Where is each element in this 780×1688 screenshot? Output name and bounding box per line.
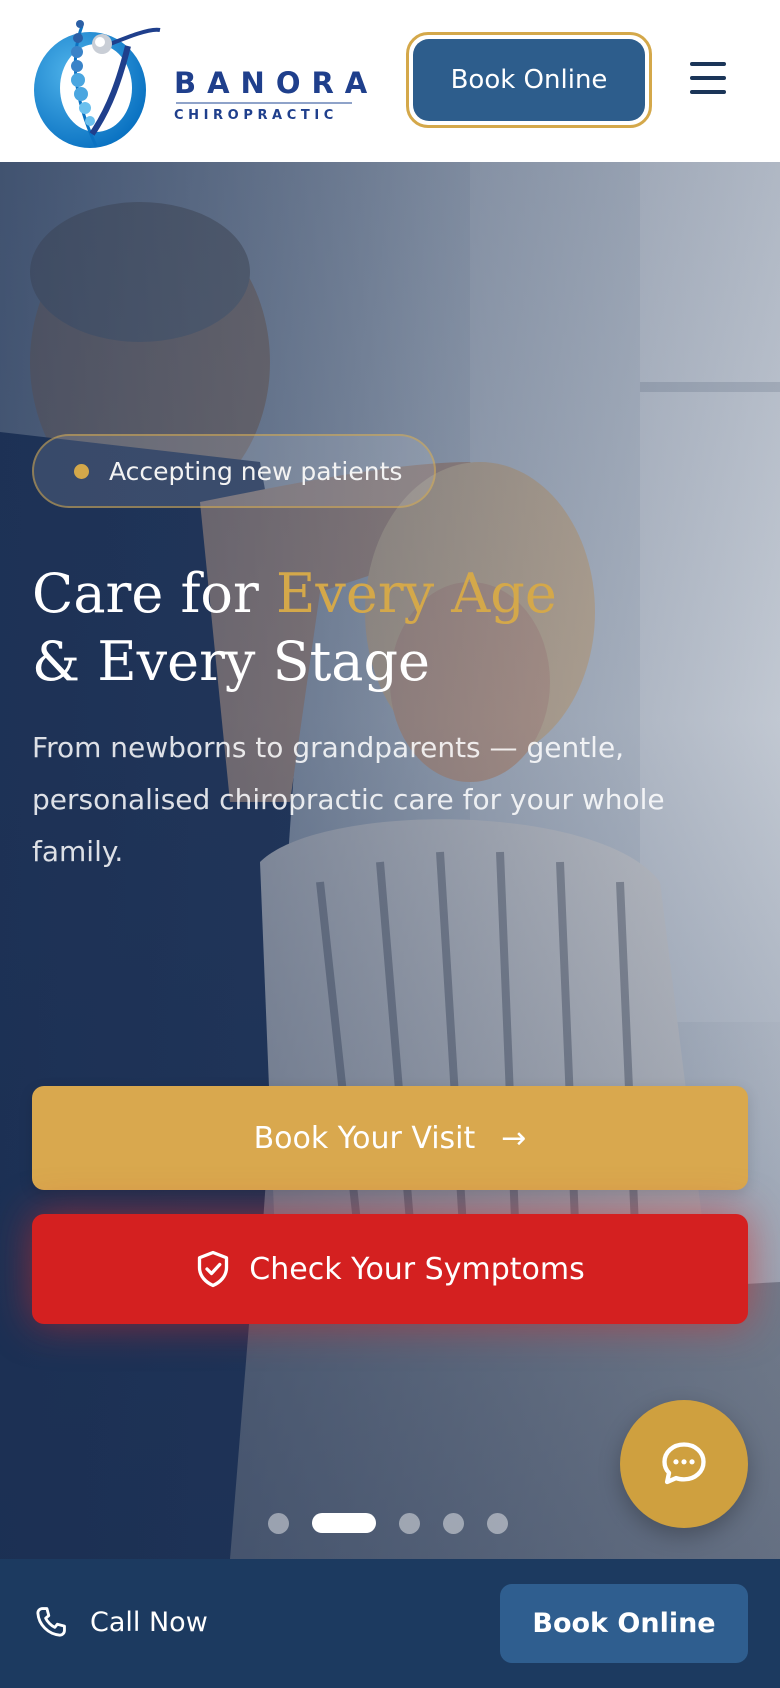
logo-subtitle: CHIROPRACTIC — [174, 108, 338, 123]
badge-text: Accepting new patients — [109, 456, 403, 486]
menu-line — [690, 62, 726, 66]
chat-button[interactable] — [620, 1400, 748, 1528]
carousel-dot-4[interactable] — [443, 1512, 464, 1534]
logo-divider — [176, 102, 352, 104]
book-your-visit-button[interactable]: Book Your Visit → — [32, 1086, 748, 1190]
hamburger-menu-icon[interactable] — [686, 58, 730, 98]
arrow-right-icon: → — [501, 1120, 527, 1156]
bottom-action-bar: Call Now Book Online — [0, 1559, 780, 1688]
carousel-indicators — [268, 1512, 531, 1534]
status-dot — [74, 463, 89, 479]
phone-icon — [36, 1607, 66, 1637]
logo-wordmark: BANORA CHIROPRACTIC — [174, 66, 378, 123]
banora-logo[interactable]: BANORA CHIROPRACTIC — [30, 8, 370, 154]
hero-section: Accepting new patients Care for Every Ag… — [0, 162, 780, 1559]
carousel-dot-5[interactable] — [487, 1512, 508, 1534]
carousel-dot-3[interactable] — [399, 1512, 420, 1534]
carousel-dot-2[interactable] — [312, 1513, 376, 1533]
menu-line — [690, 90, 726, 94]
headline-part1: Care for — [32, 562, 276, 625]
check-symptoms-label: Check Your Symptoms — [249, 1251, 585, 1287]
chat-bubble-icon — [662, 1442, 706, 1485]
logo-name: BANORA — [174, 66, 379, 100]
carousel-dot-1[interactable] — [268, 1512, 289, 1534]
check-symptoms-button[interactable]: Check Your Symptoms — [32, 1214, 748, 1324]
book-online-bottom-button[interactable]: Book Online — [500, 1584, 748, 1663]
call-now-button[interactable]: Call Now — [32, 1589, 208, 1655]
spine-logo-icon — [34, 20, 161, 148]
menu-line — [690, 76, 726, 80]
book-online-label: Book Online — [413, 39, 645, 121]
shield-check-icon — [198, 1250, 229, 1288]
call-now-label: Call Now — [90, 1606, 208, 1638]
site-header: BANORA CHIROPRACTIC Book Online — [0, 0, 780, 162]
headline-highlight: Every Age — [275, 562, 557, 625]
accepting-patients-badge: Accepting new patients — [32, 434, 436, 508]
book-visit-label: Book Your Visit — [253, 1120, 476, 1156]
headline-part2: & Every Stage — [32, 630, 431, 693]
hero-headline: Care for Every Age & Every Stage — [32, 560, 557, 696]
hero-subtext: From newborns to grandparents — gentle, … — [32, 731, 665, 868]
book-online-button[interactable]: Book Online — [406, 32, 652, 128]
